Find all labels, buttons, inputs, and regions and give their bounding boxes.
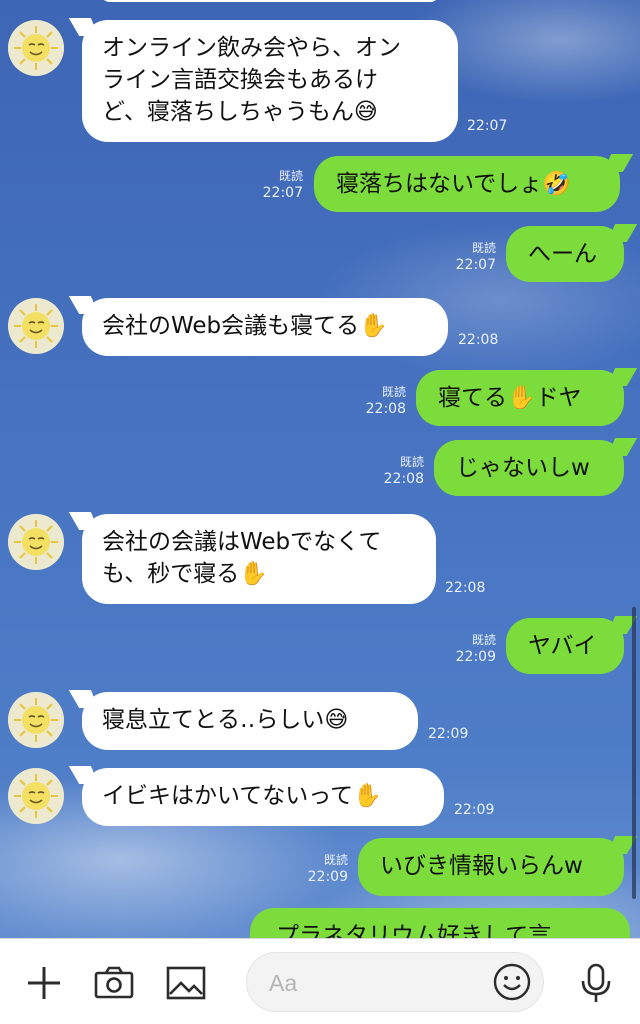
- sun-character-icon: [8, 692, 64, 748]
- message-bubble-partial: [100, 0, 440, 2]
- message-text: 寝落ちはないでしょ🤣: [336, 171, 571, 197]
- message-text: 寝てる✋ドヤ: [438, 385, 582, 411]
- sun-character-icon: [8, 298, 64, 354]
- outgoing-message[interactable]: じゃないしw: [434, 440, 624, 496]
- message-time: 22:08: [458, 332, 499, 348]
- message-meta: 既読 22:08: [384, 454, 424, 488]
- message-field[interactable]: [246, 952, 544, 1012]
- message-text: 会社の会議はWebでなくて も、秒で寝る✋: [102, 529, 382, 587]
- outgoing-message[interactable]: 寝落ちはないでしょ🤣: [314, 156, 620, 212]
- microphone-icon: [581, 963, 611, 1002]
- message-meta: 既読 22:09: [308, 852, 348, 886]
- message-input-bar: [0, 938, 640, 1024]
- image-button[interactable]: [164, 961, 208, 1005]
- outgoing-message[interactable]: いびき情報いらんw: [358, 838, 624, 896]
- plus-icon: [28, 967, 60, 999]
- message-meta: 既読 22:07: [263, 168, 303, 202]
- avatar[interactable]: [8, 514, 64, 570]
- message-meta: 既読 22:08: [366, 384, 406, 418]
- message-text: いびき情報いらんw: [380, 853, 583, 879]
- scrollbar[interactable]: [632, 607, 636, 899]
- sun-character-icon: [8, 514, 64, 570]
- read-receipt: 既読: [471, 241, 496, 255]
- incoming-message[interactable]: 会社の会議はWebでなくて も、秒で寝る✋: [82, 514, 436, 604]
- message-time: 22:08: [383, 471, 424, 487]
- avatar[interactable]: [8, 20, 64, 76]
- camera-button[interactable]: [92, 961, 136, 1005]
- message-time: 22:07: [262, 185, 303, 201]
- image-icon: [166, 966, 206, 1000]
- message-time: 22:09: [428, 726, 469, 742]
- read-receipt: 既読: [278, 169, 303, 183]
- incoming-message[interactable]: 寝息立てとる‥らしい😅: [82, 692, 418, 750]
- message-text: 会社のWeb会議も寝てる✋: [102, 313, 388, 339]
- message-time: 22:07: [467, 118, 508, 134]
- message-text: ヤバイ: [528, 633, 597, 659]
- message-text: イビキはかいてないって✋: [102, 783, 382, 809]
- message-text: へーん: [528, 241, 597, 267]
- read-receipt: 既読: [471, 633, 496, 647]
- message-text: 寝息立てとる‥らしい😅: [102, 707, 349, 733]
- read-receipt: 既読: [323, 853, 348, 867]
- message-text: オンライン飲み会やら、オン ライン言語交換会もあるけ ど、寝落ちしちゃうもん😅: [102, 35, 401, 125]
- message-meta: 既読 22:07: [456, 240, 496, 274]
- outgoing-message[interactable]: 寝てる✋ドヤ: [416, 370, 624, 426]
- add-button[interactable]: [22, 961, 66, 1005]
- read-receipt: 既読: [381, 385, 406, 399]
- incoming-message[interactable]: イビキはかいてないって✋: [82, 768, 444, 826]
- message-text: じゃないしw: [456, 455, 590, 481]
- chat-screen: オンライン飲み会やら、オン ライン言語交換会もあるけ ど、寝落ちしちゃうもん😅 …: [0, 0, 640, 1024]
- avatar[interactable]: [8, 768, 64, 824]
- voice-button[interactable]: [574, 961, 618, 1005]
- sun-character-icon: [8, 20, 64, 76]
- message-input[interactable]: [267, 963, 481, 1003]
- message-time: 22:08: [445, 580, 486, 596]
- incoming-message[interactable]: 会社のWeb会議も寝てる✋: [82, 298, 448, 356]
- camera-icon: [94, 966, 134, 999]
- message-time: 22:08: [365, 401, 406, 417]
- outgoing-message[interactable]: ヤバイ: [506, 618, 624, 674]
- message-meta: 既読 22:09: [456, 632, 496, 666]
- message-time: 22:09: [307, 869, 348, 885]
- message-time: 22:09: [454, 802, 495, 818]
- read-receipt: 既読: [399, 455, 424, 469]
- avatar[interactable]: [8, 298, 64, 354]
- incoming-message[interactable]: オンライン飲み会やら、オン ライン言語交換会もあるけ ど、寝落ちしちゃうもん😅: [82, 20, 458, 142]
- message-time: 22:07: [455, 257, 496, 273]
- outgoing-message[interactable]: へーん: [506, 226, 624, 282]
- avatar[interactable]: [8, 692, 64, 748]
- message-time: 22:09: [455, 649, 496, 665]
- sun-character-icon: [8, 768, 64, 824]
- smiley-icon[interactable]: [491, 961, 533, 1003]
